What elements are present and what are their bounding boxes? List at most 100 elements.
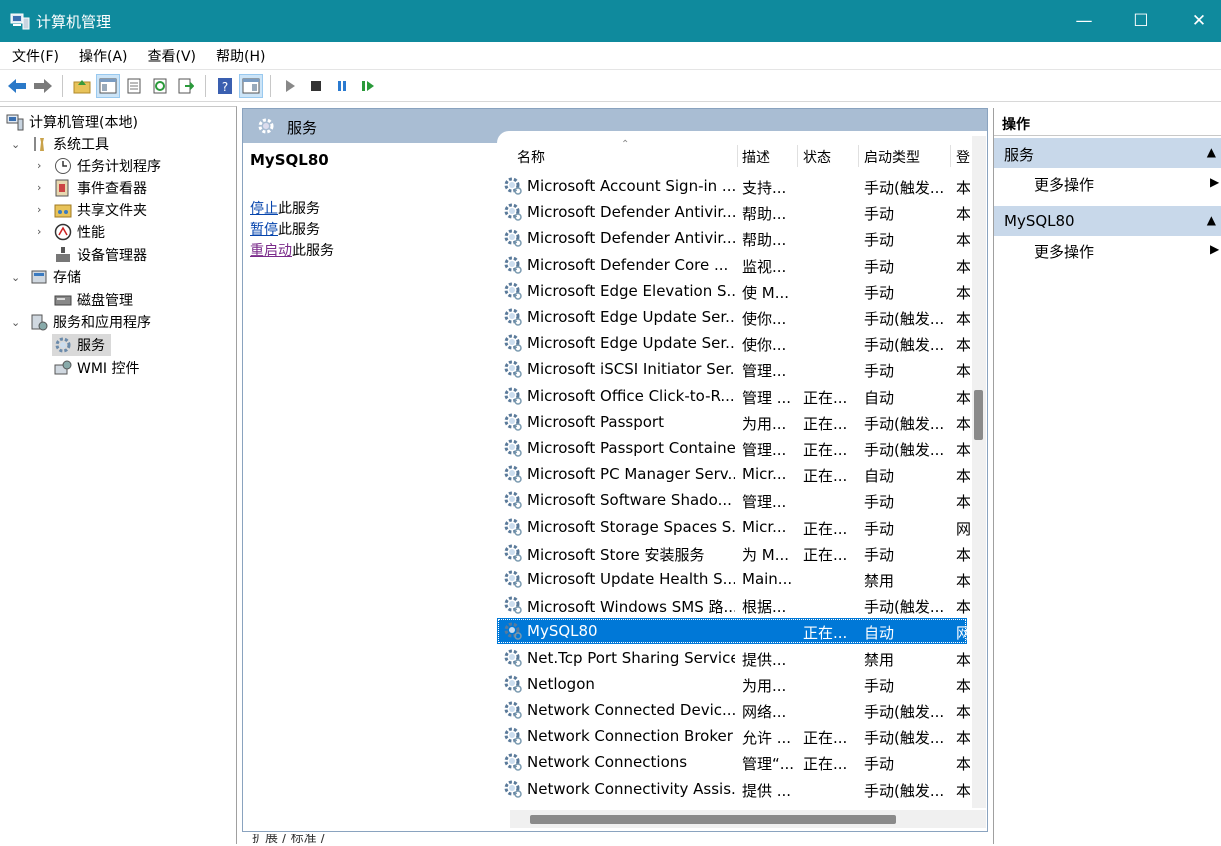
tree-item-wmi-control[interactable]: WMI 控件 bbox=[54, 357, 140, 379]
column-startup-type[interactable]: 启动类型 bbox=[864, 147, 920, 167]
tree-item-system-tools[interactable]: 系统工具 bbox=[30, 133, 109, 155]
table-row[interactable]: Microsoft Windows SMS 路... 根据... 手动(触发... 本 bbox=[497, 592, 970, 618]
table-row[interactable]: Microsoft Storage Spaces S... Micr... 正在..… bbox=[497, 514, 970, 540]
tree-root[interactable]: 计算机管理(本地) bbox=[6, 111, 138, 133]
show-pane-icon[interactable] bbox=[239, 73, 263, 98]
gear-icon bbox=[504, 491, 522, 510]
table-row[interactable]: MySQL80 正在... 自动 网 bbox=[497, 618, 970, 645]
back-icon[interactable] bbox=[5, 74, 29, 98]
table-row[interactable]: Microsoft Passport 为用... 正在... 手动(触发... 本 bbox=[497, 409, 970, 435]
pause-icon[interactable] bbox=[330, 74, 354, 98]
table-row[interactable]: Microsoft iSCSI Initiator Ser... 管理... 手动 本 bbox=[497, 356, 970, 382]
cell-name: Network Connectivity Assis... bbox=[527, 779, 735, 798]
vertical-scrollbar[interactable] bbox=[972, 136, 986, 808]
table-row[interactable]: Microsoft Edge Elevation S... 使 M... 手动 本 bbox=[497, 278, 970, 304]
table-row[interactable]: Network Connections 管理“... 正在... 手动 本 bbox=[497, 749, 970, 775]
table-row[interactable]: Microsoft PC Manager Serv... Micr... 正在...… bbox=[497, 461, 970, 487]
gear-icon bbox=[504, 544, 522, 562]
tree-item-storage[interactable]: 存储 bbox=[30, 266, 81, 288]
menu-view[interactable]: 查看(V) bbox=[138, 46, 207, 66]
table-row[interactable]: Network Connectivity Assis... 提供 ... 手动(触发… bbox=[497, 776, 970, 802]
cell-logon: 本 bbox=[956, 257, 970, 276]
table-row[interactable]: Network Connected Devic... 网络... 手动(触发... 本 bbox=[497, 697, 970, 723]
properties-icon[interactable] bbox=[122, 74, 146, 98]
tree-item-device-manager[interactable]: 设备管理器 bbox=[54, 244, 147, 266]
table-row[interactable]: Net.Tcp Port Sharing Service 提供... 禁用 本 bbox=[497, 645, 970, 671]
horizontal-scrollbar[interactable] bbox=[510, 810, 986, 828]
cell-status: 正在... bbox=[803, 755, 848, 774]
table-row[interactable]: Network Connection Broker 允许 ... 正在... 手动(触… bbox=[497, 723, 970, 749]
minimize-button[interactable]: — bbox=[1055, 0, 1113, 42]
column-name[interactable]: 名称 bbox=[517, 147, 545, 167]
table-row[interactable]: Microsoft Defender Antivir... 帮助... 手动 本 bbox=[497, 199, 970, 225]
close-button[interactable]: ✕ bbox=[1170, 0, 1221, 42]
cell-description: 帮助... bbox=[742, 205, 787, 224]
tree-item-shared-folders[interactable]: 共享文件夹 bbox=[54, 199, 147, 221]
refresh-icon[interactable] bbox=[148, 74, 172, 98]
table-row[interactable]: Microsoft Defender Antivir... 帮助... 手动 本 bbox=[497, 225, 970, 251]
chevron-down-icon[interactable]: ⌄ bbox=[11, 271, 20, 284]
gear-icon bbox=[504, 727, 522, 745]
chevron-down-icon[interactable]: ⌄ bbox=[11, 316, 20, 329]
forward-icon[interactable] bbox=[31, 74, 55, 98]
cell-logon: 本 bbox=[956, 781, 970, 800]
chevron-right-icon[interactable]: › bbox=[37, 159, 41, 172]
show-tree-icon[interactable] bbox=[96, 73, 120, 98]
chevron-down-icon[interactable]: ⌄ bbox=[11, 138, 20, 151]
column-status[interactable]: 状态 bbox=[803, 147, 831, 167]
restart-icon[interactable] bbox=[356, 74, 380, 98]
window-title: 计算机管理 bbox=[36, 12, 112, 31]
tree-item-event-viewer[interactable]: 事件查看器 bbox=[54, 177, 147, 199]
gear-icon bbox=[258, 118, 274, 134]
export-icon[interactable] bbox=[174, 74, 198, 98]
cell-startup-type: 手动 bbox=[864, 755, 895, 774]
table-row[interactable]: Microsoft Account Sign-in ... 支持... 手动(触发.… bbox=[497, 173, 970, 199]
chevron-right-icon[interactable]: › bbox=[37, 181, 41, 194]
column-description[interactable]: 描述 bbox=[742, 147, 770, 167]
cell-name: Network Connections bbox=[527, 753, 688, 772]
table-row[interactable]: Microsoft Defender Core ... 监视... 手动 本 bbox=[497, 252, 970, 278]
play-icon[interactable] bbox=[278, 74, 302, 98]
tree-item-services[interactable]: 服务 bbox=[52, 334, 111, 356]
tree-item-task-scheduler[interactable]: 任务计划程序 bbox=[54, 155, 161, 177]
table-row[interactable]: Microsoft Office Click-to-R... 管理 ... 正在..… bbox=[497, 383, 970, 409]
view-tabs[interactable]: 扩展 / 标准 / bbox=[252, 834, 325, 846]
collapse-up-icon[interactable]: ▲ bbox=[1207, 213, 1216, 227]
more-actions-services[interactable]: 更多操作 ▶ bbox=[1034, 174, 1219, 195]
column-logon[interactable]: 登 bbox=[956, 147, 970, 167]
event-viewer-icon bbox=[55, 179, 69, 197]
cell-name: Microsoft Edge Elevation S... bbox=[527, 281, 735, 300]
tree-item-disk-management[interactable]: 磁盘管理 bbox=[54, 289, 133, 311]
up-folder-icon[interactable] bbox=[70, 74, 94, 98]
help-icon[interactable]: ? bbox=[213, 74, 237, 98]
tree-item-services-apps[interactable]: 服务和应用程序 bbox=[30, 311, 151, 333]
table-row[interactable]: Microsoft Software Shado... 管理... 手动 本 bbox=[497, 487, 970, 513]
table-row[interactable]: Microsoft Edge Update Ser... 使你... 手动(触发..… bbox=[497, 304, 970, 330]
chevron-right-icon[interactable]: › bbox=[37, 225, 41, 238]
tree-item-performance[interactable]: 性能 bbox=[54, 221, 105, 243]
stop-service-link[interactable]: 停止 bbox=[250, 201, 278, 217]
maximize-button[interactable]: ☐ bbox=[1112, 0, 1170, 42]
menu-action[interactable]: 操作(A) bbox=[69, 46, 138, 66]
cell-description: 使 M... bbox=[742, 283, 790, 302]
table-row[interactable]: Microsoft Passport Container 管理... 正在... 手动… bbox=[497, 435, 970, 461]
pause-service-action: 暂停此服务 bbox=[250, 222, 320, 238]
chevron-right-icon[interactable]: › bbox=[37, 203, 41, 216]
menu-help[interactable]: 帮助(H) bbox=[206, 46, 275, 66]
collapse-up-icon[interactable]: ▲ bbox=[1207, 145, 1216, 159]
vertical-scroll-thumb[interactable] bbox=[974, 390, 983, 440]
table-row[interactable]: Netlogon 为用... 手动 本 bbox=[497, 671, 970, 697]
actions-section-mysql80[interactable]: MySQL80 ▲ bbox=[994, 206, 1221, 236]
more-actions-mysql80[interactable]: 更多操作 ▶ bbox=[1034, 241, 1219, 262]
restart-service-link[interactable]: 重启动 bbox=[250, 243, 292, 259]
table-row[interactable]: Microsoft Edge Update Ser... 使你... 手动(触发..… bbox=[497, 330, 970, 356]
table-row[interactable]: Microsoft Update Health S... Main... 禁用 本 bbox=[497, 566, 970, 592]
cell-description: 使你... bbox=[742, 336, 787, 355]
actions-section-services[interactable]: 服务 ▲ bbox=[994, 138, 1221, 168]
menu-file[interactable]: 文件(F) bbox=[0, 46, 69, 66]
pause-service-link[interactable]: 暂停 bbox=[250, 222, 278, 238]
horizontal-scroll-thumb[interactable] bbox=[530, 815, 896, 824]
table-row[interactable]: Microsoft Store 安装服务 为 M... 正在... 手动 本 bbox=[497, 540, 970, 566]
cell-status: 正在... bbox=[803, 545, 848, 564]
stop-icon[interactable] bbox=[304, 74, 328, 98]
